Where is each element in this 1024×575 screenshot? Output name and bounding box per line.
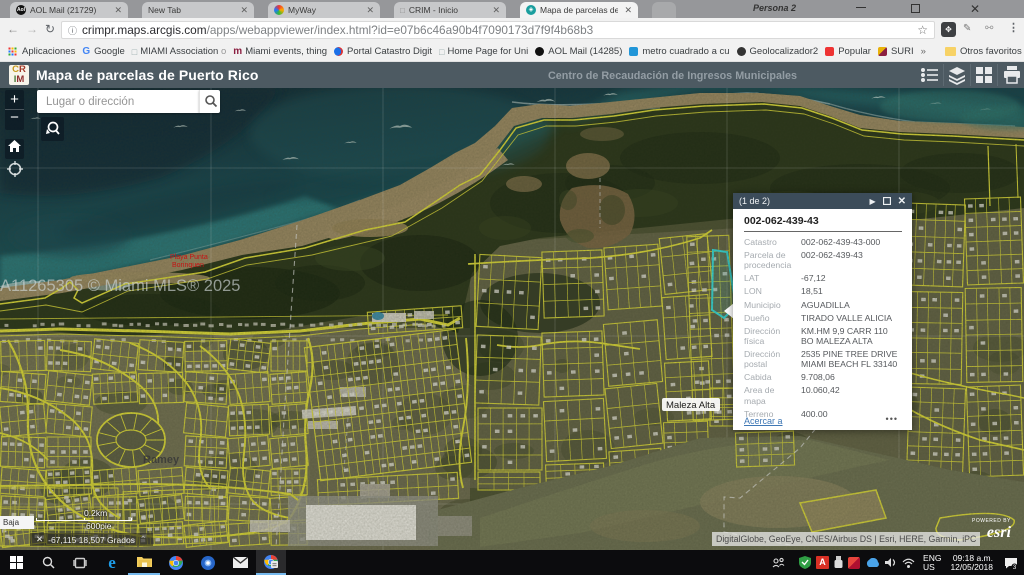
svg-text:Borinquen: Borinquen — [172, 262, 204, 269]
svg-text:Playa Punta: Playa Punta — [170, 254, 208, 261]
svg-text:A11265305 © Miami MLS® 2025: A11265305 © Miami MLS® 2025 — [0, 277, 240, 295]
svg-text:Ramey: Ramey — [143, 454, 180, 466]
svg-text:Maleza Alta: Maleza Alta — [666, 400, 716, 411]
